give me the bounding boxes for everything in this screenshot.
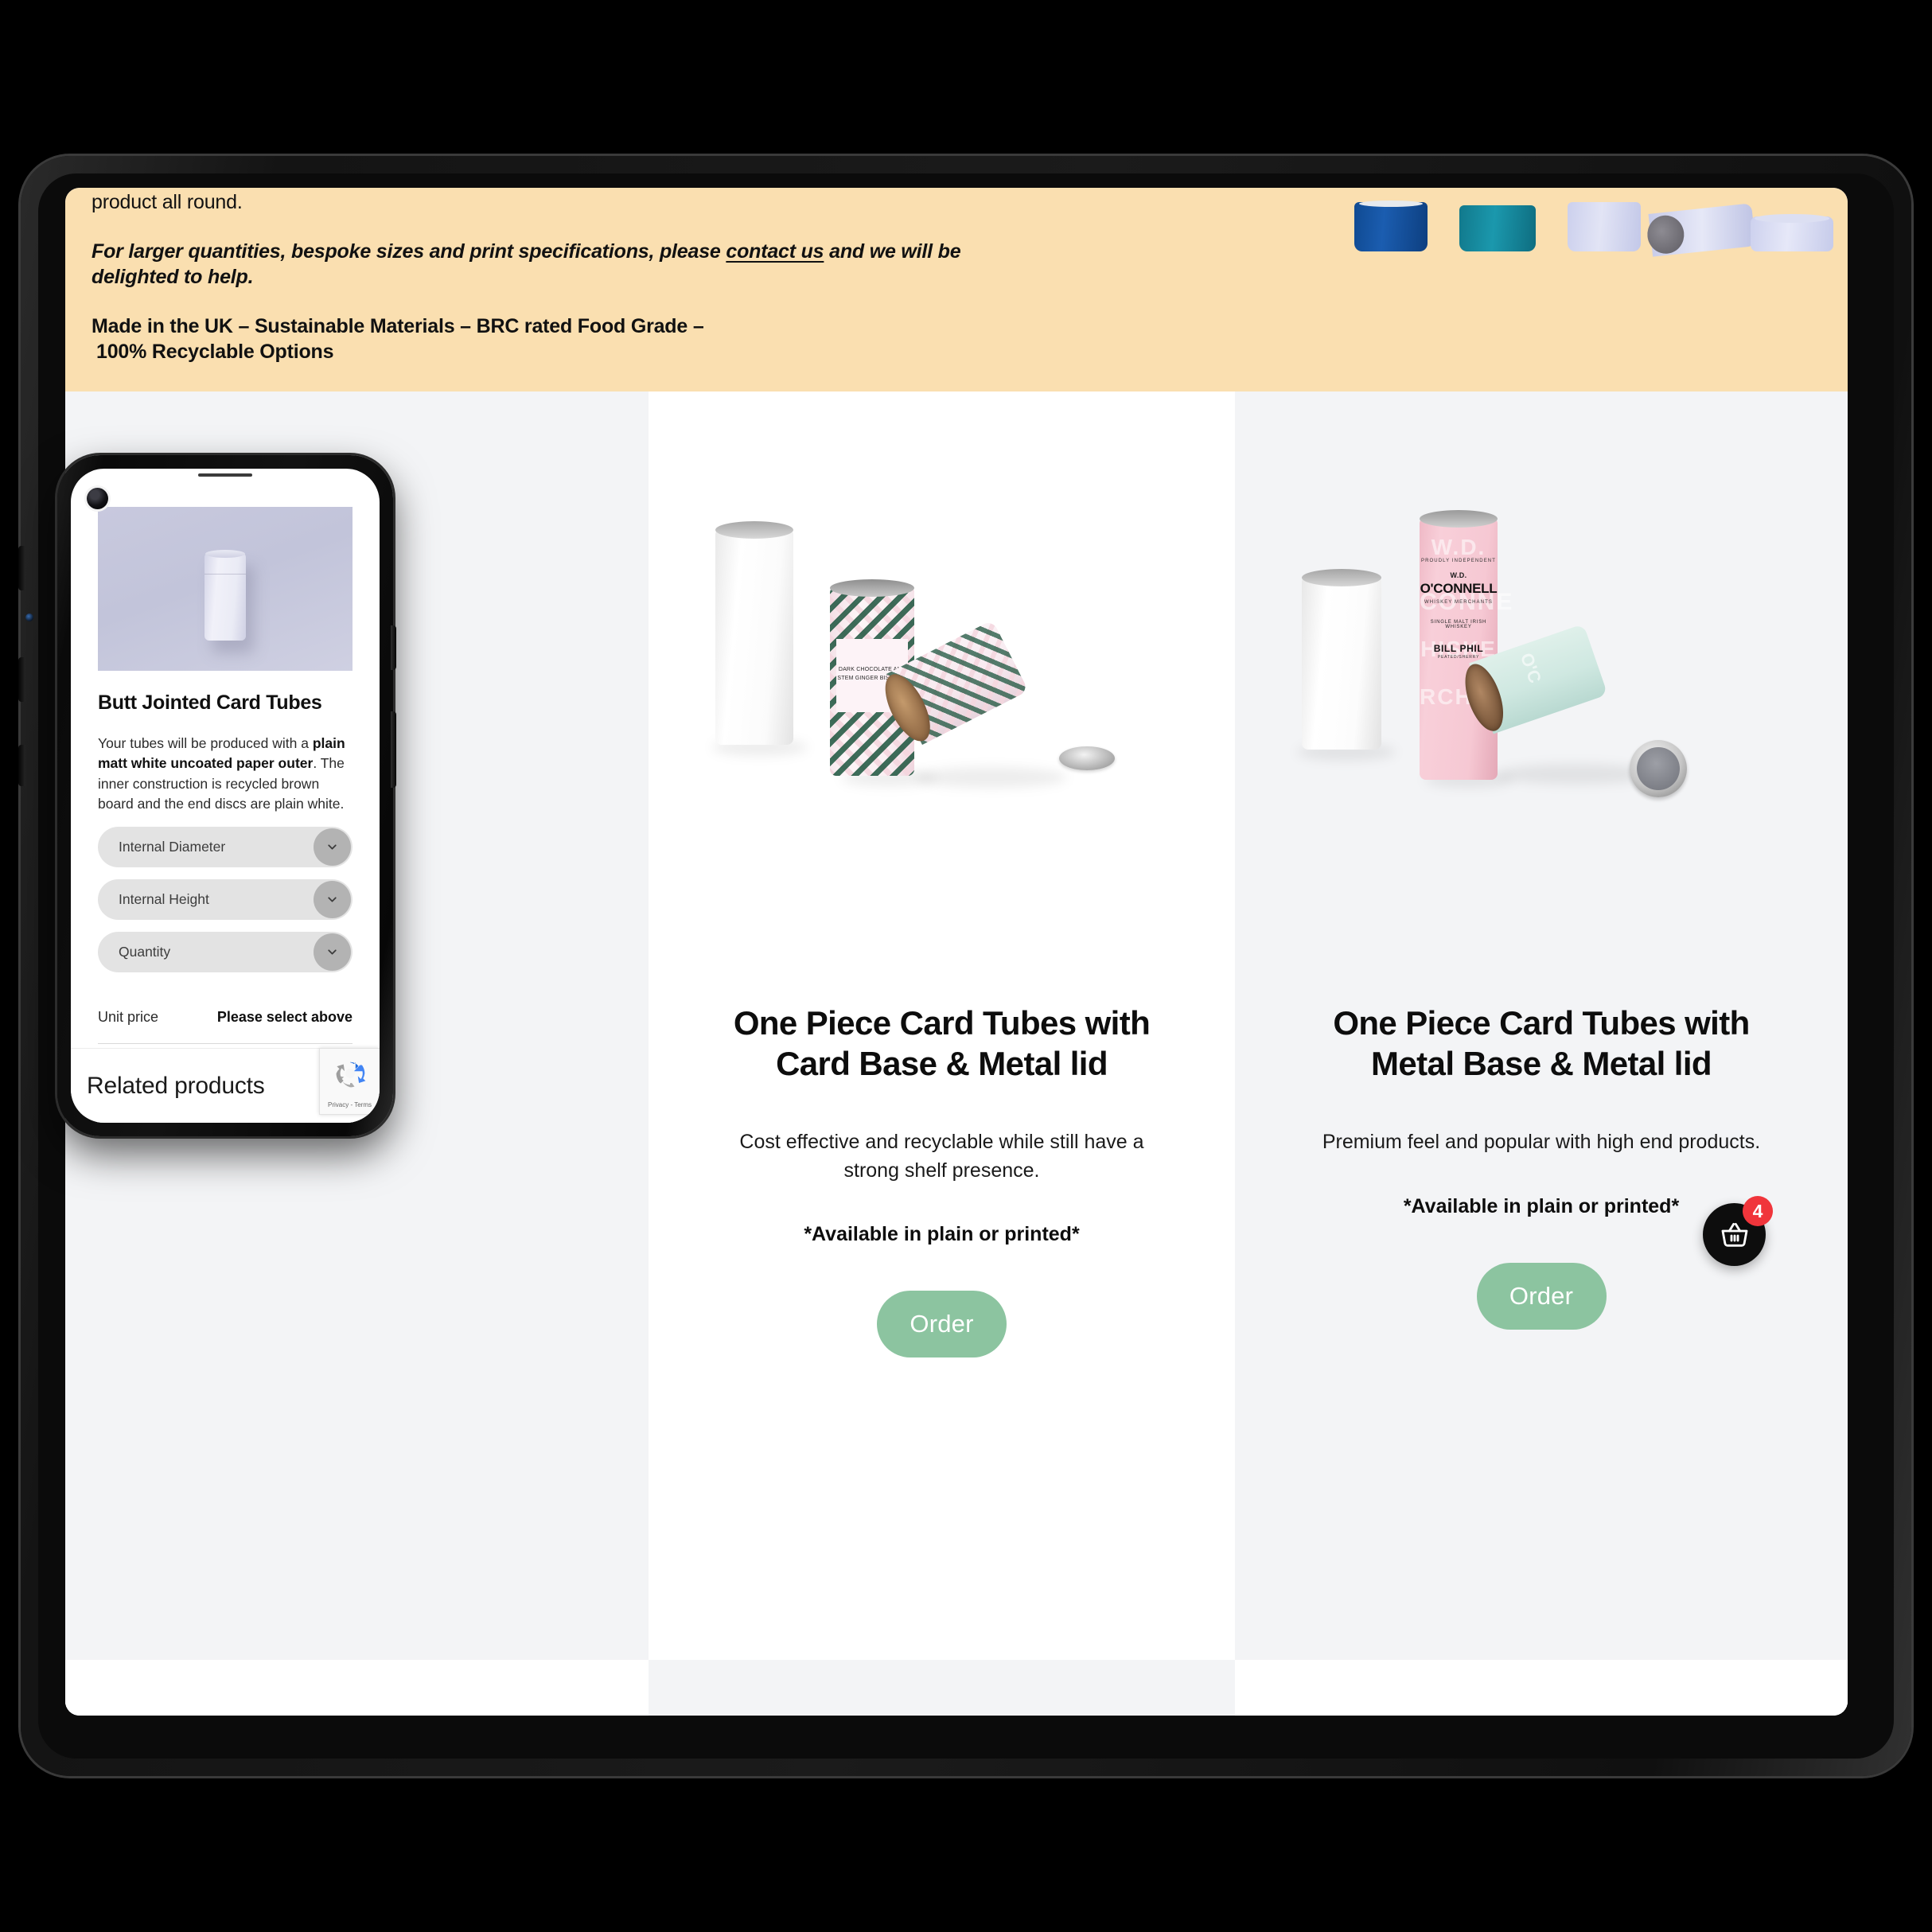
cart-button[interactable]: 4 bbox=[1703, 1196, 1773, 1266]
product-title: One Piece Card Tubes with Card Base & Me… bbox=[733, 1004, 1151, 1083]
product-photo-card-base-metal-lid: DARK CHOCOLATE AND STEM GINGER BISCUITS bbox=[693, 484, 1190, 993]
promo-text-block: product all round. For larger quantities… bbox=[92, 189, 967, 385]
promo-credentials-a: Made in the UK – Sustainable Materials –… bbox=[92, 315, 704, 337]
select-internal-height-label: Internal Height bbox=[119, 890, 209, 907]
phone-device: Butt Jointed Card Tubes Your tubes will … bbox=[57, 455, 396, 1136]
phone-volume-button[interactable] bbox=[391, 625, 396, 670]
phone-camera-icon bbox=[87, 488, 108, 509]
tube-brand-tagline-small: PROUDLY INDEPENDENT bbox=[1420, 559, 1497, 563]
cart-badge-count: 4 bbox=[1743, 1196, 1773, 1226]
banner-tube-blue bbox=[1354, 201, 1428, 251]
footer-strip-col-2 bbox=[649, 1660, 1235, 1716]
promo-line-credentials: Made in the UK – Sustainable Materials –… bbox=[92, 314, 967, 364]
unit-price-label: Unit price bbox=[98, 1008, 159, 1025]
chevron-down-icon[interactable] bbox=[314, 828, 351, 866]
product-card-metal-base-metal-lid: W.D. CONNE HISKE RCHAN PROUDLY INDEPENDE… bbox=[1235, 391, 1848, 1716]
chevron-down-icon[interactable] bbox=[314, 933, 351, 971]
grid-footer-strip bbox=[65, 1660, 1848, 1716]
select-quantity[interactable]: Quantity bbox=[98, 931, 353, 972]
phone-speaker-grille bbox=[198, 473, 252, 477]
recaptcha-icon bbox=[336, 1061, 365, 1088]
phone-product-page: Butt Jointed Card Tubes Your tubes will … bbox=[80, 478, 370, 1123]
promo-line-larger-quantities: For larger quantities, bespoke sizes and… bbox=[92, 239, 967, 290]
tablet-volume-up-button[interactable] bbox=[18, 546, 25, 590]
phone-product-title: Butt Jointed Card Tubes bbox=[98, 691, 322, 714]
product-description: Premium feel and popular with high end p… bbox=[1322, 1131, 1761, 1154]
unit-price-value: Please select above bbox=[216, 1008, 353, 1025]
tube-brand-edition: BILL PHIL bbox=[1433, 643, 1484, 654]
banner-tube-teal: LOVERS OF FINE FOOD SINCE 1849 bbox=[1459, 203, 1626, 251]
select-quantity-label: Quantity bbox=[119, 943, 171, 960]
tube-brand-whiskey-type: SINGLE MALT IRISH WHISKEY bbox=[1430, 620, 1487, 629]
product-title: One Piece Card Tubes with Metal Base & M… bbox=[1333, 1004, 1750, 1083]
metal-lid-disc bbox=[1059, 746, 1115, 770]
banner-tube-lilac bbox=[1568, 202, 1641, 251]
banner-tube-lid bbox=[1751, 214, 1833, 251]
related-products-heading: Related products bbox=[87, 1072, 265, 1099]
tube-plain-white bbox=[1302, 569, 1381, 750]
tube-brand-initials: W.D. bbox=[1450, 571, 1467, 579]
tube-ghost-text-1: W.D. bbox=[1431, 535, 1486, 559]
tube-pink-whiskey-printed: W.D. CONNE HISKE RCHAN PROUDLY INDEPENDE… bbox=[1420, 510, 1512, 780]
contact-us-link[interactable]: contact us bbox=[726, 240, 824, 263]
chevron-down-icon[interactable] bbox=[314, 880, 351, 918]
tablet-camera-icon bbox=[25, 613, 33, 621]
tablet-volume-down-button[interactable] bbox=[18, 657, 25, 702]
banner-tube-lying-open bbox=[1648, 203, 1756, 257]
product-availability: *Available in plain or printed* bbox=[804, 1223, 1080, 1246]
footer-strip-col-1 bbox=[65, 1660, 649, 1716]
recaptcha-privacy-terms[interactable]: Privacy - Terms bbox=[328, 1101, 372, 1108]
select-internal-diameter[interactable]: Internal Diameter bbox=[98, 826, 353, 867]
promo-banner: product all round. For larger quantities… bbox=[65, 188, 1848, 391]
promo-line2-prefix: For larger quantities, bespoke sizes and… bbox=[92, 240, 726, 263]
banner-tubes-photo: LOVERS OF FINE FOOD SINCE 1849 bbox=[1354, 188, 1848, 257]
promo-credentials-b: 100% Recyclable Options bbox=[96, 341, 334, 363]
tube-shadow bbox=[916, 767, 1067, 788]
tablet-power-button[interactable] bbox=[18, 745, 25, 786]
product-photo-metal-base-metal-lid: W.D. CONNE HISKE RCHAN PROUDLY INDEPENDE… bbox=[1280, 484, 1803, 993]
order-button-card-base-metal-lid[interactable]: Order bbox=[877, 1291, 1007, 1358]
product-description: Cost effective and recyclable while stil… bbox=[739, 1131, 1144, 1182]
shopping-basket-icon bbox=[1721, 1222, 1747, 1247]
hero-white-tube bbox=[204, 550, 246, 641]
phone-screen: Butt Jointed Card Tubes Your tubes will … bbox=[71, 469, 380, 1123]
promo-line-product-all-round: product all round. bbox=[92, 191, 243, 213]
phone-product-image bbox=[98, 507, 353, 671]
product-card-card-base-metal-lid: DARK CHOCOLATE AND STEM GINGER BISCUITS … bbox=[649, 391, 1235, 1716]
footer-strip-col-3 bbox=[1235, 1660, 1848, 1716]
phone-power-button[interactable] bbox=[391, 711, 396, 788]
order-button-metal-base-metal-lid[interactable]: Order bbox=[1476, 1262, 1607, 1330]
select-internal-height[interactable]: Internal Height bbox=[98, 878, 353, 920]
tube-brand-name: O'CONNELL bbox=[1420, 581, 1498, 596]
phone-desc-pre: Your tubes will be produced with a bbox=[98, 735, 313, 751]
tube-brand-merchants: WHISKEY MERCHANTS bbox=[1424, 600, 1493, 605]
unit-price-row: Unit price Please select above bbox=[98, 1009, 353, 1044]
select-internal-diameter-label: Internal Diameter bbox=[119, 838, 226, 855]
recaptcha-badge[interactable]: Privacy - Terms bbox=[319, 1048, 380, 1115]
phone-product-description: Your tubes will be produced with a plain… bbox=[98, 734, 353, 815]
metal-lid-disc bbox=[1630, 740, 1687, 797]
tube-plain-white bbox=[715, 521, 793, 745]
